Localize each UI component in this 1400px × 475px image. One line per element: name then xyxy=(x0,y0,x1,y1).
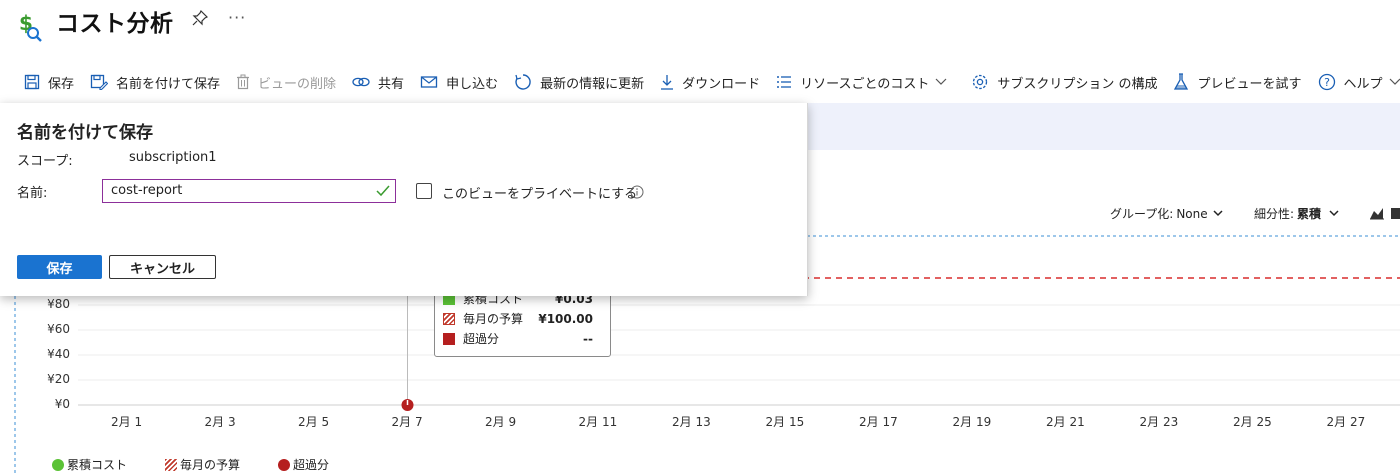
subscribe-button[interactable]: 申し込む xyxy=(420,73,498,92)
tooltip-series-name: 超過分 xyxy=(463,332,500,346)
try-preview-button[interactable]: プレビューを試す xyxy=(1173,73,1302,92)
flask-icon xyxy=(1174,73,1189,90)
y-tick-label: ¥0 xyxy=(54,397,70,411)
chevron-down-icon xyxy=(1389,78,1400,85)
x-tick-label: 2月 15 xyxy=(765,415,805,429)
private-view-label[interactable]: このビューをプライベートにする xyxy=(442,183,637,202)
dialog-cancel-button[interactable]: キャンセル xyxy=(109,255,216,279)
scope-value: subscription1 xyxy=(129,150,217,165)
delete-view-label: ビューの削除 xyxy=(258,76,337,92)
svg-text:$: $ xyxy=(19,11,33,35)
help-label: ヘルプ xyxy=(1343,76,1383,92)
delete-view-button[interactable]: ビューの削除 xyxy=(236,73,336,92)
legend-hatch-icon xyxy=(165,458,178,471)
save-icon xyxy=(24,74,40,90)
name-input-value: cost-report xyxy=(111,183,183,198)
x-tick-label: 2月 13 xyxy=(672,415,711,429)
share-link-icon xyxy=(352,77,370,87)
mail-icon xyxy=(420,76,438,88)
list-icon xyxy=(777,76,792,88)
x-tick-label: 2月 1 xyxy=(111,415,143,429)
subscribe-label: 申し込む xyxy=(446,76,499,92)
download-button[interactable]: ダウンロード xyxy=(660,73,760,92)
tooltip-series-name: 毎月の予算 xyxy=(463,312,524,326)
chart-legend: 累積コスト 毎月の予算 超過分 xyxy=(52,456,367,473)
legend-swatch-budget xyxy=(443,312,455,325)
save-as-icon xyxy=(90,74,109,90)
x-tick-label: 2月 7 xyxy=(391,415,423,429)
x-tick-label: 2月 19 xyxy=(952,415,992,429)
y-tick-label: ¥60 xyxy=(47,322,70,336)
help-dropdown[interactable]: ? ヘルプ xyxy=(1318,73,1400,92)
x-tick-label: 2月 25 xyxy=(1233,415,1272,429)
cost-analysis-logo-icon: $ xyxy=(17,10,45,46)
legend-label: 累積コスト xyxy=(67,458,128,472)
x-tick-label: 2月 3 xyxy=(204,415,236,429)
x-tick-label: 2月 9 xyxy=(485,415,517,429)
scope-label: スコープ: xyxy=(17,154,73,169)
y-tick-label: ¥40 xyxy=(47,347,70,361)
cost-by-resource-label: リソースごとのコスト xyxy=(800,76,930,92)
page-title: コスト分析 xyxy=(56,11,174,37)
y-tick-label: ¥20 xyxy=(47,372,70,386)
legend-item-overage[interactable]: 超過分 xyxy=(278,456,329,473)
svg-text:?: ? xyxy=(1324,76,1330,89)
try-preview-label: プレビューを試す xyxy=(1197,76,1302,92)
help-icon: ? xyxy=(1318,73,1335,91)
chevron-down-icon xyxy=(935,78,947,85)
refresh-button[interactable]: 最新の情報に更新 xyxy=(514,73,644,92)
y-tick-label: ¥80 xyxy=(47,297,70,311)
tooltip-series-value: -- xyxy=(583,331,593,346)
x-tick-label: 2月 11 xyxy=(578,415,618,429)
save-button[interactable]: 保存 xyxy=(24,73,74,92)
dialog-save-button[interactable]: 保存 xyxy=(17,255,102,279)
save-as-dialog: 名前を付けて保存 スコープ: subscription1 名前: cost-re… xyxy=(0,103,808,296)
share-button[interactable]: 共有 xyxy=(352,73,404,92)
refresh-icon xyxy=(515,74,531,90)
cost-by-resource-dropdown[interactable]: リソースごとのコスト xyxy=(776,73,955,92)
name-label: 名前: xyxy=(17,186,48,201)
gear-icon xyxy=(973,74,988,90)
legend-label: 超過分 xyxy=(293,458,330,472)
x-tick-label: 2月 27 xyxy=(1326,415,1366,429)
configure-subscription-label: サブスクリプション の構成 xyxy=(997,76,1158,92)
delete-icon xyxy=(237,74,250,90)
tooltip-series-value: ¥100.00 xyxy=(538,311,593,326)
info-icon[interactable] xyxy=(630,184,644,203)
check-valid-icon xyxy=(376,185,390,197)
pin-icon[interactable] xyxy=(192,9,209,30)
share-label: 共有 xyxy=(378,76,405,92)
legend-dot-icon xyxy=(52,458,64,471)
legend-item-budget[interactable]: 毎月の予算 xyxy=(165,456,240,473)
legend-label: 毎月の予算 xyxy=(180,458,241,472)
configure-subscription-button[interactable]: サブスクリプション の構成 xyxy=(971,73,1157,92)
x-tick-label: 2月 21 xyxy=(1046,415,1085,429)
legend-dot-icon xyxy=(278,458,291,471)
more-options-button[interactable]: ··· xyxy=(228,8,246,27)
tooltip-row-overage: 超過分 -- xyxy=(443,330,605,347)
dialog-title: 名前を付けて保存 xyxy=(17,123,153,143)
x-tick-label: 2月 17 xyxy=(859,415,898,429)
legend-swatch-overage xyxy=(443,332,455,345)
legend-item-cumulative[interactable]: 累積コスト xyxy=(52,456,127,473)
save-as-label: 名前を付けて保存 xyxy=(116,76,221,92)
name-input[interactable]: cost-report xyxy=(102,179,396,203)
save-as-button[interactable]: 名前を付けて保存 xyxy=(90,73,220,92)
filter-bar-background xyxy=(808,103,1400,150)
command-toolbar: 保存 名前を付けて保存 ビューの削除 共有 申し込む 最新の情報に更新 ダウンロ… xyxy=(24,70,1400,94)
download-icon xyxy=(661,75,674,90)
download-label: ダウンロード xyxy=(682,76,761,92)
x-tick-label: 2月 23 xyxy=(1139,415,1179,429)
tooltip-row-budget: 毎月の予算 ¥100.00 xyxy=(443,310,605,327)
x-tick-label: 2月 5 xyxy=(298,415,330,429)
save-label: 保存 xyxy=(48,76,75,92)
private-view-checkbox[interactable] xyxy=(416,183,432,199)
refresh-label: 最新の情報に更新 xyxy=(540,76,645,92)
